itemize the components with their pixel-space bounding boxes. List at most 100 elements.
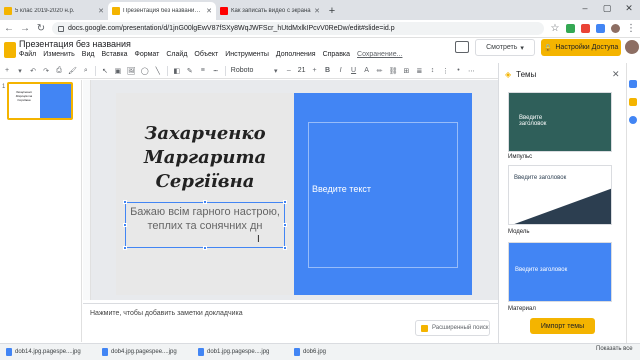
menu-file[interactable]: Файл (19, 51, 36, 58)
resize-handle[interactable] (283, 223, 287, 227)
bulleted-list-icon[interactable]: • (454, 67, 462, 74)
download-item[interactable]: dob1.jpg.pagespe....jpg (192, 348, 288, 356)
menu-format[interactable]: Формат (135, 51, 160, 58)
resize-handle[interactable] (123, 200, 127, 204)
italic-icon[interactable]: I (337, 67, 345, 74)
star-icon[interactable]: ☆ (550, 23, 560, 34)
menu-view[interactable]: Вид (82, 51, 95, 58)
keep-icon[interactable] (629, 98, 637, 106)
highlight-icon[interactable]: ✏ (376, 67, 384, 75)
extension-icon[interactable] (596, 24, 605, 33)
download-item[interactable]: dob4.jpg.pagespee....jpg (96, 348, 192, 356)
download-item[interactable]: dob6.jpg (288, 348, 384, 356)
close-tab-icon[interactable]: ✕ (98, 7, 104, 15)
align-icon[interactable]: ≣ (415, 67, 423, 75)
undo-icon[interactable]: ↶ (29, 67, 37, 75)
resize-handle[interactable] (203, 246, 207, 250)
font-size-field[interactable]: 21 (298, 67, 306, 74)
add-slide-icon[interactable]: + (3, 67, 11, 74)
resize-handle[interactable] (283, 246, 287, 250)
browser-tab-2[interactable]: Презентация без названия - G ✕ (108, 2, 216, 20)
menu-bar: Файл Изменить Вид Вставка Формат Слайд О… (19, 51, 402, 58)
border-color-icon[interactable]: ✎ (186, 67, 194, 75)
border-dash-icon[interactable]: ┅ (212, 67, 220, 75)
browser-tab-3[interactable]: Как записать видео с экрана ✕ (216, 2, 324, 20)
show-all-downloads-button[interactable]: Показать все (596, 346, 633, 352)
close-window-icon[interactable]: ✕ (618, 0, 640, 16)
download-item[interactable]: dob14.jpg.pagespe....jpg (0, 348, 96, 356)
back-icon[interactable]: ← (4, 23, 14, 34)
comments-icon[interactable] (455, 41, 469, 53)
document-title[interactable]: Презентация без названия (19, 39, 131, 49)
fill-color-icon[interactable]: ◧ (173, 67, 181, 75)
resize-handle[interactable] (123, 223, 127, 227)
extension-icon[interactable] (566, 24, 575, 33)
zoom-icon[interactable]: ⌕ (82, 67, 90, 75)
menu-object[interactable]: Объект (194, 51, 218, 58)
resize-handle[interactable] (203, 200, 207, 204)
underline-icon[interactable]: U (350, 67, 358, 74)
calendar-icon[interactable] (629, 80, 637, 88)
vertical-ruler (83, 80, 91, 300)
explore-button[interactable]: Расширенный поиск (415, 320, 490, 336)
shape-icon[interactable]: ◯ (141, 67, 149, 75)
textbox-icon[interactable]: ▣ (114, 67, 122, 75)
minimize-icon[interactable]: – (574, 0, 596, 16)
resize-handle[interactable] (283, 200, 287, 204)
resize-handle[interactable] (123, 246, 127, 250)
close-tab-icon[interactable]: ✕ (206, 7, 212, 15)
close-icon[interactable]: ✕ (612, 69, 620, 80)
subtitle-text[interactable]: Бажаю всім гарного настрою, теплих та со… (125, 205, 285, 233)
chevron-down-icon[interactable]: ▾ (272, 67, 280, 75)
share-button[interactable]: 🔒 Настройки Доступа (541, 39, 621, 56)
menu-help[interactable]: Справка (323, 51, 350, 58)
comment-add-icon[interactable]: ⊞ (402, 67, 410, 75)
profile-icon[interactable] (611, 24, 620, 33)
theme-preview-3[interactable]: Введите заголовок (508, 242, 612, 302)
border-weight-icon[interactable]: ≡ (199, 67, 207, 74)
menu-edit[interactable]: Изменить (43, 51, 75, 58)
reload-icon[interactable]: ↻ (36, 23, 46, 34)
extension-icon[interactable] (581, 24, 590, 33)
decrease-font-icon[interactable]: – (285, 67, 293, 74)
text-color-icon[interactable]: A (363, 67, 371, 74)
paint-format-icon[interactable]: 🖌 (68, 67, 77, 75)
url-field[interactable]: docs.google.com/presentation/d/1jnG00lgE… (52, 22, 544, 35)
numbered-list-icon[interactable]: ⋮ (441, 67, 449, 75)
close-tab-icon[interactable]: ✕ (314, 7, 320, 15)
slide-title[interactable]: Захарченко Маргарита Сергіївна (116, 122, 294, 194)
select-icon[interactable]: ↖ (101, 67, 109, 75)
print-icon[interactable]: ⎙ (55, 67, 63, 75)
menu-tools[interactable]: Инструменты (225, 51, 269, 58)
menu-addons[interactable]: Дополнения (276, 51, 316, 58)
chevron-down-icon[interactable]: ▾ (16, 67, 24, 75)
theme-preview-1[interactable]: Введите заголовок (508, 92, 612, 152)
right-placeholder-text[interactable]: Введите текст (312, 184, 371, 194)
line-icon[interactable]: ╲ (154, 67, 162, 75)
slide-thumbnail[interactable]: Захарченко Маргарита Сергіївна (7, 82, 73, 120)
redo-icon[interactable]: ↷ (42, 67, 50, 75)
import-theme-button[interactable]: Импорт темы (530, 318, 595, 334)
maximize-icon[interactable]: ▢ (596, 0, 618, 16)
menu-slide[interactable]: Слайд (166, 51, 187, 58)
tasks-icon[interactable] (629, 116, 637, 124)
chevron-down-icon[interactable]: ▾ (520, 44, 524, 52)
bold-icon[interactable]: B (324, 67, 332, 74)
avatar[interactable] (625, 40, 639, 54)
forward-icon[interactable]: → (20, 23, 30, 34)
font-select[interactable]: Roboto (231, 67, 267, 74)
browser-tab-1[interactable]: 5 клас 2019-2020 н.р. ✕ (0, 2, 108, 20)
theme-preview-2[interactable]: Введите заголовок (508, 165, 612, 225)
menu-insert[interactable]: Вставка (101, 51, 127, 58)
more-icon[interactable]: ⋯ (467, 67, 475, 75)
link-icon[interactable]: ⛓ (389, 67, 398, 75)
image-icon[interactable]: 🖼 (127, 67, 136, 75)
present-button[interactable]: Смотреть ▾ (475, 39, 535, 56)
text-placeholder-box[interactable] (308, 122, 458, 268)
more-icon[interactable]: ⋮ (626, 23, 636, 34)
increase-font-icon[interactable]: + (311, 67, 319, 74)
speaker-notes-placeholder[interactable]: Нажмите, чтобы добавить заметки докладчи… (90, 310, 243, 317)
slides-logo-icon[interactable] (4, 42, 16, 58)
new-tab-icon[interactable]: + (324, 2, 340, 20)
line-spacing-icon[interactable]: ↕ (428, 67, 436, 74)
